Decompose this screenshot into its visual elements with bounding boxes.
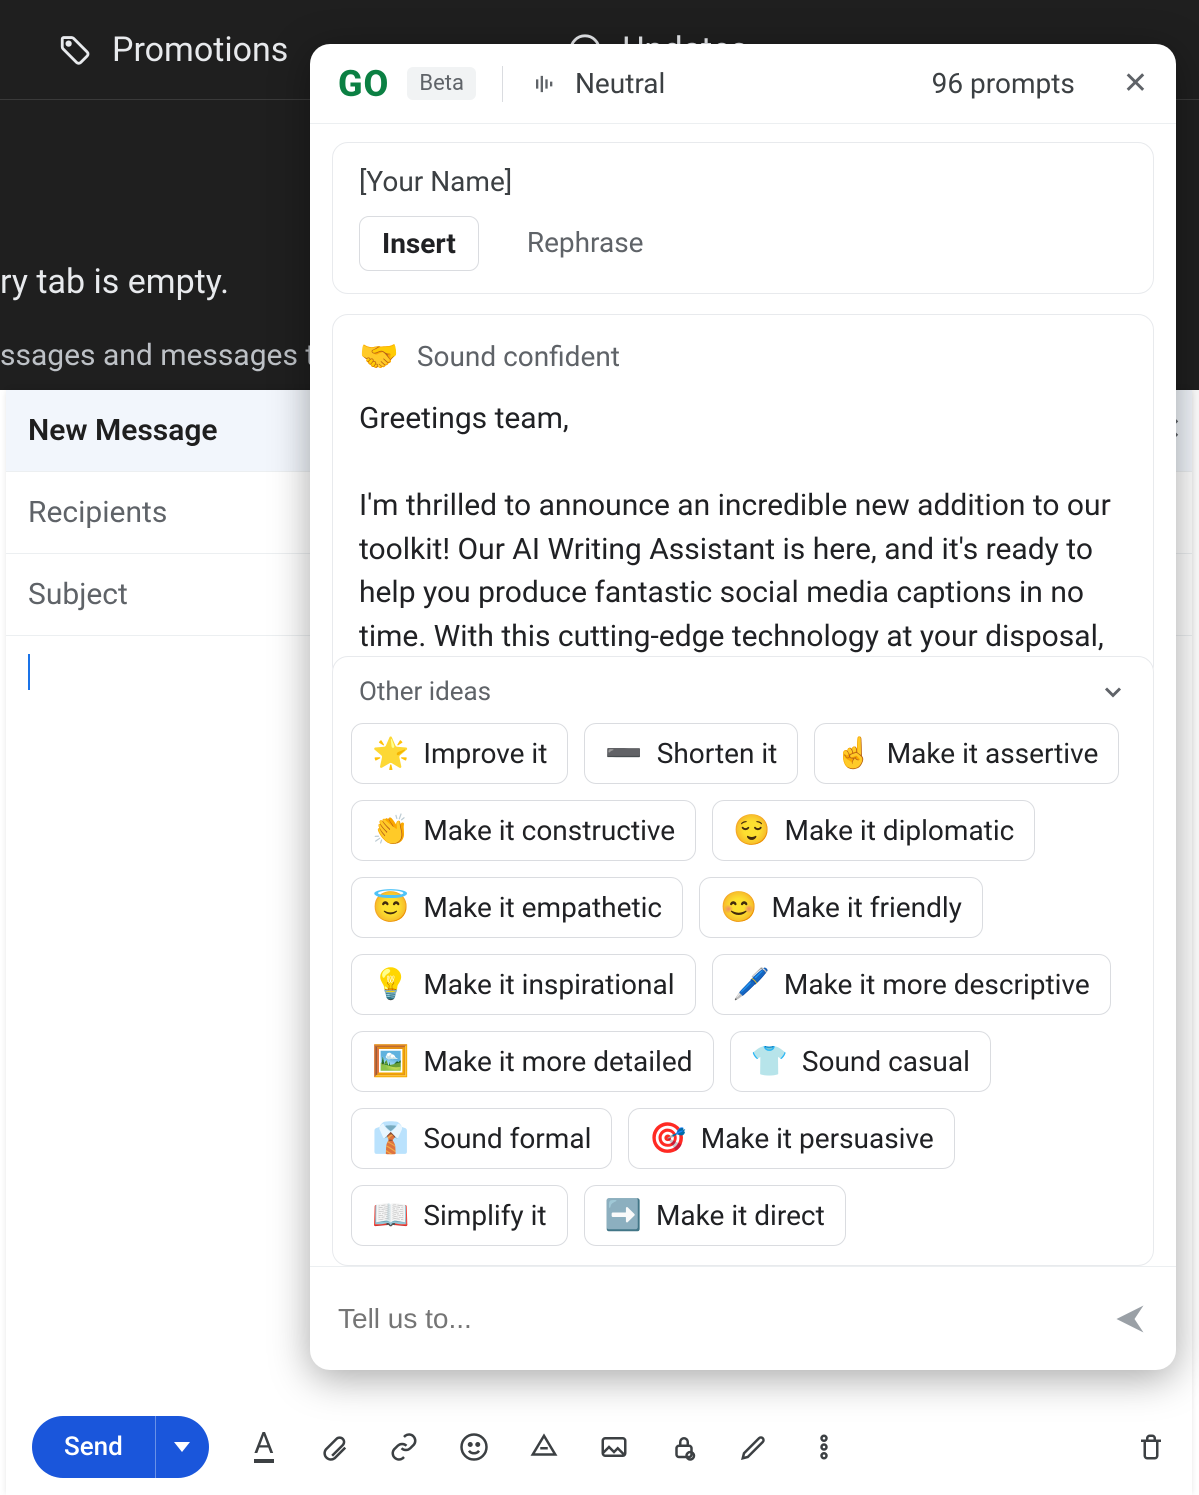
handshake-icon: 🤝 — [359, 337, 399, 375]
idea-emoji-icon: ➡️ — [605, 1198, 642, 1233]
compose-toolbar: Send A — [6, 1399, 1192, 1495]
tone-selector[interactable]: Neutral — [575, 67, 665, 100]
confidential-icon[interactable] — [669, 1432, 699, 1462]
idea-chip-make-it-diplomatic[interactable]: 😌 Make it diplomatic — [712, 800, 1035, 861]
idea-label: Make it persuasive — [701, 1122, 934, 1155]
name-card: [Your Name] Insert Rephrase — [332, 142, 1154, 294]
divider — [502, 66, 503, 102]
idea-chip-sound-formal[interactable]: 👔 Sound formal — [351, 1108, 612, 1169]
other-ideas-label: Other ideas — [359, 677, 491, 707]
idea-chip-make-it-direct[interactable]: ➡️ Make it direct — [584, 1185, 846, 1246]
go-header: GO Beta Neutral 96 prompts ✕ — [310, 44, 1176, 124]
empty-tab-subtext: ssages and messages t — [0, 338, 315, 373]
idea-emoji-icon: 👔 — [372, 1121, 409, 1156]
other-ideas-panel: Other ideas 🌟 Improve it ➖ Shorten it ☝️ Make… — [332, 656, 1154, 1266]
go-panel: GO Beta Neutral 96 prompts ✕ [Your Name]… — [310, 44, 1176, 1370]
idea-chip-make-it-persuasive[interactable]: 🎯 Make it persuasive — [628, 1108, 954, 1169]
prompt-counter[interactable]: 96 prompts — [932, 67, 1075, 100]
image-icon[interactable] — [599, 1432, 629, 1462]
send-more-button[interactable] — [155, 1416, 209, 1478]
drive-icon[interactable] — [529, 1432, 559, 1462]
idea-label: Simplify it — [423, 1199, 546, 1232]
send-button[interactable]: Send — [32, 1416, 209, 1478]
idea-chip-sound-casual[interactable]: 👕 Sound casual — [730, 1031, 991, 1092]
emoji-icon[interactable] — [459, 1432, 489, 1462]
idea-emoji-icon: 🖼️ — [372, 1044, 409, 1079]
idea-emoji-icon: 😇 — [372, 890, 409, 925]
tag-icon — [58, 33, 92, 67]
delete-icon[interactable] — [1136, 1432, 1166, 1462]
empty-tab-text: ry tab is empty. — [0, 262, 229, 302]
idea-chip-make-it-friendly[interactable]: 😊 Make it friendly — [699, 877, 983, 938]
idea-chip-make-it-more-detailed[interactable]: 🖼️ Make it more detailed — [351, 1031, 714, 1092]
idea-label: Shorten it — [657, 737, 778, 770]
idea-chip-make-it-inspirational[interactable]: 💡 Make it inspirational — [351, 954, 696, 1015]
idea-label: Make it constructive — [423, 814, 675, 847]
suggestion-label: Sound confident — [417, 340, 620, 373]
idea-label: Sound casual — [802, 1045, 970, 1078]
idea-emoji-icon: 😊 — [720, 890, 757, 925]
more-icon[interactable] — [809, 1432, 839, 1462]
idea-label: Make it more descriptive — [784, 968, 1090, 1001]
compose-title: New Message — [28, 413, 218, 448]
tone-icon[interactable] — [529, 70, 557, 98]
name-placeholder: [Your Name] — [359, 165, 1127, 198]
idea-chip-shorten-it[interactable]: ➖ Shorten it — [584, 723, 798, 784]
idea-chip-make-it-assertive[interactable]: ☝️ Make it assertive — [814, 723, 1119, 784]
idea-label: Make it assertive — [887, 737, 1099, 770]
idea-emoji-icon: ☝️ — [835, 736, 872, 771]
text-cursor — [28, 654, 30, 690]
tab-promotions[interactable]: Promotions — [112, 30, 288, 70]
chevron-down-icon[interactable] — [1099, 678, 1127, 706]
go-beta-badge: Beta — [407, 67, 476, 100]
idea-label: Improve it — [423, 737, 547, 770]
send-arrow-icon[interactable] — [1112, 1301, 1148, 1337]
go-prompt-input[interactable] — [338, 1303, 1092, 1335]
idea-emoji-icon: 💡 — [372, 967, 409, 1002]
suggestion-card: 🤝 Sound confident Greetings team, I'm th… — [332, 314, 1154, 681]
idea-chip-make-it-empathetic[interactable]: 😇 Make it empathetic — [351, 877, 683, 938]
suggestion-body: Greetings team, I'm thrilled to announce… — [359, 397, 1127, 658]
go-logo: GO — [338, 63, 389, 105]
idea-label: Make it direct — [656, 1199, 825, 1232]
idea-emoji-icon: ➖ — [605, 736, 642, 771]
idea-emoji-icon: 🌟 — [372, 736, 409, 771]
go-input-row — [310, 1266, 1176, 1370]
insert-button[interactable]: Insert — [359, 216, 479, 271]
idea-emoji-icon: 📖 — [372, 1198, 409, 1233]
idea-emoji-icon: 😌 — [733, 813, 770, 848]
idea-emoji-icon: 👏 — [372, 813, 409, 848]
signature-icon[interactable] — [739, 1432, 769, 1462]
idea-emoji-icon: 🖊️ — [733, 967, 770, 1002]
idea-chip-make-it-more-descriptive[interactable]: 🖊️ Make it more descriptive — [712, 954, 1111, 1015]
format-icon[interactable]: A — [249, 1432, 279, 1462]
send-button-label: Send — [32, 1416, 155, 1478]
idea-label: Make it friendly — [771, 891, 962, 924]
close-icon[interactable]: ✕ — [1123, 66, 1148, 101]
link-icon[interactable] — [389, 1432, 419, 1462]
attach-icon[interactable] — [319, 1432, 349, 1462]
idea-label: Make it empathetic — [423, 891, 662, 924]
idea-emoji-icon: 👕 — [751, 1044, 788, 1079]
idea-label: Make it more detailed — [423, 1045, 692, 1078]
idea-label: Sound formal — [423, 1122, 591, 1155]
idea-chip-make-it-constructive[interactable]: 👏 Make it constructive — [351, 800, 696, 861]
idea-chip-improve-it[interactable]: 🌟 Improve it — [351, 723, 568, 784]
idea-emoji-icon: 🎯 — [649, 1121, 686, 1156]
idea-label: Make it diplomatic — [785, 814, 1015, 847]
rephrase-button[interactable]: Rephrase — [505, 216, 666, 271]
idea-chip-simplify-it[interactable]: 📖 Simplify it — [351, 1185, 568, 1246]
idea-label: Make it inspirational — [423, 968, 674, 1001]
